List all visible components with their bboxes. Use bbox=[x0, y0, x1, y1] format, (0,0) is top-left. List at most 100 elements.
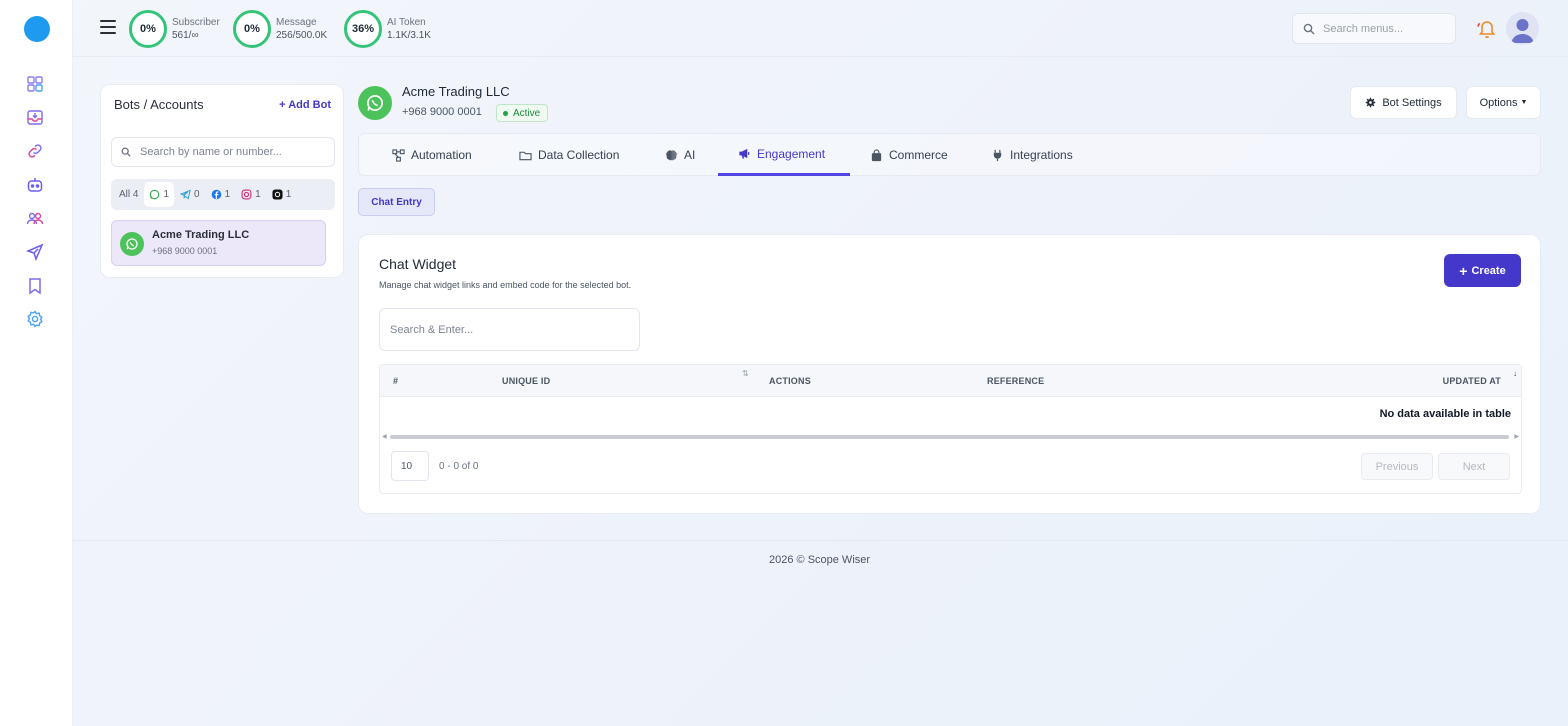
card-title: Chat Widget bbox=[379, 256, 457, 272]
facebook-icon bbox=[211, 189, 221, 200]
sort-desc-icon: ↓ bbox=[1513, 369, 1517, 378]
whatsapp-icon bbox=[358, 86, 392, 120]
dashboard-icon[interactable] bbox=[25, 74, 45, 94]
bot-settings-label: Bot Settings bbox=[1382, 96, 1442, 109]
table-header: # UNIQUE ID ⇅ ACTIONS REFERENCE UPDATED … bbox=[380, 365, 1521, 397]
status-badge: Active bbox=[496, 104, 549, 122]
tab-label: Data Collection bbox=[538, 148, 620, 162]
feature-tabs: Automation Data Collection AI Engagement… bbox=[358, 133, 1541, 176]
previous-button[interactable]: Previous bbox=[1361, 453, 1433, 480]
filter-whatsapp[interactable]: 1 bbox=[144, 182, 175, 207]
gear-icon bbox=[1366, 97, 1376, 108]
threads-icon bbox=[272, 189, 283, 200]
status-text: Active bbox=[513, 107, 541, 119]
sidebar bbox=[0, 0, 73, 726]
add-bot-button[interactable]: + Add Bot bbox=[279, 99, 331, 111]
bot-list-item[interactable]: Acme Trading LLC +968 9000 0001 bbox=[111, 220, 326, 266]
stat-value: 1.1K/3.1K bbox=[387, 30, 431, 41]
filter-count: 1 bbox=[285, 189, 292, 200]
whatsapp-icon bbox=[120, 232, 144, 256]
footer-divider bbox=[73, 540, 1568, 541]
filter-label: All bbox=[119, 189, 131, 200]
tab-integrations[interactable]: Integrations bbox=[991, 134, 1081, 176]
col-reference[interactable]: REFERENCE bbox=[987, 376, 1044, 386]
stat-subscriber: 0% Subscriber 561/∞ bbox=[129, 9, 220, 49]
col-updated-at[interactable]: UPDATED AT bbox=[1443, 376, 1501, 386]
tab-label: Engagement bbox=[757, 146, 826, 161]
tab-commerce[interactable]: Commerce bbox=[870, 134, 955, 176]
bookmark-icon[interactable] bbox=[25, 276, 45, 296]
tab-ai[interactable]: AI bbox=[665, 134, 701, 176]
card-subtitle: Manage chat widget links and embed code … bbox=[379, 280, 632, 290]
subtab-chat-entry[interactable]: Chat Entry bbox=[358, 188, 435, 216]
telegram-icon bbox=[180, 189, 191, 200]
channel-filters: All 4 1 0 1 1 1 bbox=[111, 179, 335, 210]
stat-value: 561/∞ bbox=[172, 30, 199, 41]
menu-search[interactable] bbox=[1292, 13, 1456, 44]
stat-label: Message bbox=[276, 17, 317, 28]
create-button[interactable]: + Create bbox=[1444, 254, 1521, 287]
bot-icon[interactable] bbox=[25, 175, 45, 195]
page-info: 0 - 0 of 0 bbox=[439, 461, 479, 472]
tab-label: Automation bbox=[411, 148, 472, 162]
bot-search-input[interactable] bbox=[140, 146, 320, 158]
user-avatar[interactable] bbox=[1506, 12, 1539, 45]
brand-logo[interactable] bbox=[24, 16, 50, 42]
create-label: Create bbox=[1471, 264, 1506, 277]
filter-facebook[interactable]: 1 bbox=[206, 182, 236, 207]
progress-ring: 0% bbox=[129, 10, 167, 48]
scroll-left-icon[interactable]: ◀ bbox=[382, 433, 387, 440]
table-search-input[interactable] bbox=[390, 323, 620, 336]
folder-icon bbox=[519, 151, 532, 160]
filter-count: 4 bbox=[132, 189, 139, 200]
stat-value: 256/500.0K bbox=[276, 30, 328, 41]
settings-icon[interactable] bbox=[25, 309, 45, 329]
stat-message: 0% Message 256/500.0K bbox=[233, 9, 327, 49]
stat-label: Subscriber bbox=[172, 17, 220, 28]
page-size-select[interactable]: 10 bbox=[391, 451, 429, 481]
filter-telegram[interactable]: 0 bbox=[175, 182, 205, 207]
send-icon[interactable] bbox=[25, 242, 45, 262]
filter-instagram[interactable]: 1 bbox=[236, 182, 266, 207]
options-dropdown[interactable]: Options ▼ bbox=[1466, 86, 1541, 119]
filter-all[interactable]: All 4 bbox=[114, 182, 143, 207]
tab-label: Commerce bbox=[889, 148, 948, 162]
filter-threads[interactable]: 1 bbox=[267, 182, 297, 207]
plug-icon bbox=[993, 149, 1002, 161]
flow-icon bbox=[392, 148, 405, 162]
horizontal-scrollbar[interactable]: ◀ ▶ bbox=[382, 433, 1519, 441]
menu-search-input[interactable] bbox=[1323, 22, 1443, 35]
menu-toggle-icon[interactable] bbox=[100, 20, 116, 34]
megaphone-icon bbox=[739, 148, 750, 159]
col-unique-id[interactable]: UNIQUE ID bbox=[502, 376, 550, 386]
users-icon[interactable] bbox=[25, 208, 45, 228]
tab-automation[interactable]: Automation bbox=[392, 134, 487, 176]
notification-bell-icon[interactable] bbox=[1475, 17, 1497, 39]
bot-item-name: Acme Trading LLC bbox=[152, 229, 250, 241]
bot-search[interactable] bbox=[111, 137, 335, 167]
stat-label: AI Token bbox=[387, 17, 426, 28]
inbox-icon[interactable] bbox=[25, 107, 45, 127]
col-actions[interactable]: ACTIONS bbox=[769, 376, 811, 386]
scrollbar-thumb[interactable] bbox=[390, 435, 1509, 439]
tab-engagement[interactable]: Engagement bbox=[718, 134, 850, 176]
filter-count: 1 bbox=[224, 189, 231, 200]
empty-table-message: No data available in table bbox=[1379, 408, 1511, 420]
col-index[interactable]: # bbox=[393, 376, 398, 386]
options-label: Options bbox=[1479, 96, 1518, 109]
progress-ring: 36% bbox=[344, 10, 382, 48]
stat-ai-token: 36% AI Token 1.1K/3.1K bbox=[344, 9, 431, 49]
bots-panel-title: Bots / Accounts bbox=[114, 97, 204, 112]
chat-widget-card: Chat Widget Manage chat widget links and… bbox=[358, 234, 1541, 514]
bot-item-number: +968 9000 0001 bbox=[152, 246, 218, 256]
bag-icon bbox=[871, 148, 882, 161]
bot-settings-button[interactable]: Bot Settings bbox=[1350, 86, 1457, 119]
link-icon[interactable] bbox=[25, 141, 45, 161]
data-table: # UNIQUE ID ⇅ ACTIONS REFERENCE UPDATED … bbox=[379, 364, 1522, 494]
scroll-right-icon[interactable]: ▶ bbox=[1514, 433, 1519, 440]
filter-count: 0 bbox=[194, 189, 200, 200]
next-button[interactable]: Next bbox=[1438, 453, 1510, 480]
filter-count: 1 bbox=[255, 189, 261, 200]
tab-data-collection[interactable]: Data Collection bbox=[519, 134, 634, 176]
table-search[interactable] bbox=[379, 308, 640, 351]
